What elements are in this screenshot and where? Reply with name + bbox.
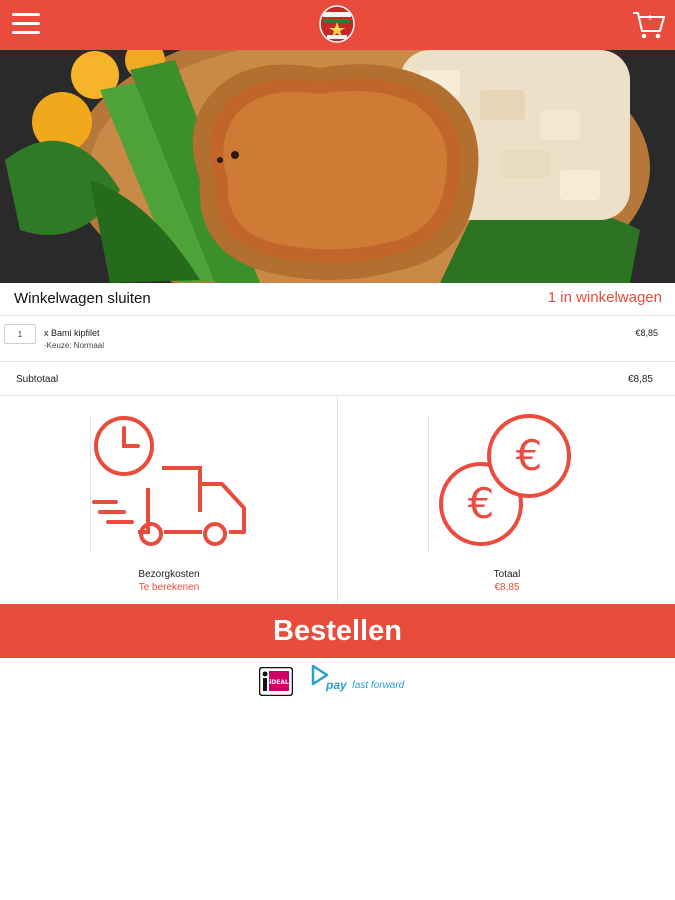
cart-header: Winkelwagen sluiten 1 in winkelwagen	[0, 283, 675, 316]
item-name: x Bami kipfilet	[44, 328, 100, 338]
subtotal-row: Subtotaal €8,85	[0, 362, 675, 396]
subtotal-label: Subtotaal	[16, 374, 59, 385]
total-value: €8,85	[494, 582, 520, 593]
pay-text: pay	[326, 678, 347, 692]
euro-coins-icon: € €	[439, 414, 571, 546]
quantity-input[interactable]	[4, 324, 36, 344]
top-bar: 1	[0, 0, 675, 50]
svg-text:iDEAL: iDEAL	[269, 679, 289, 686]
item-price: €8,85	[635, 328, 658, 338]
delivery-cost-value: Te berekenen	[138, 582, 200, 593]
cart-item-row: x Bami kipfilet -Keuze: Normaal €8,85	[0, 316, 675, 362]
hero-food-image	[0, 50, 675, 283]
cart-item-count: 1 in winkelwagen	[547, 289, 662, 306]
delivery-truck-clock-icon	[92, 416, 246, 546]
svg-text:€: €	[468, 479, 495, 528]
restaurant-logo[interactable]	[318, 4, 356, 44]
shopping-cart-icon	[633, 12, 665, 39]
summary-line-right	[428, 416, 429, 552]
close-cart-link[interactable]: Winkelwagen sluiten	[14, 290, 151, 307]
ideal-logo: iDEAL	[259, 667, 293, 696]
cart-button[interactable]: 1	[631, 9, 667, 41]
delivery-cost-label: Bezorgkosten	[138, 569, 200, 580]
pay-fast-forward-logo: pay fast forward	[310, 664, 420, 698]
cart-badge-count: 1	[648, 15, 652, 22]
order-button[interactable]: Bestellen	[0, 604, 675, 658]
summary-divider	[337, 396, 338, 604]
payment-logos: iDEAL pay fast forward	[0, 662, 675, 702]
order-summary: € € Bezorgkosten Te berekenen Totaal €8,…	[0, 396, 675, 604]
item-option: -Keuze: Normaal	[44, 341, 105, 350]
hamburger-menu-icon[interactable]	[12, 13, 40, 37]
fast-forward-text: fast forward	[352, 680, 405, 691]
total-label: Totaal	[493, 569, 521, 580]
svg-text:€: €	[516, 431, 543, 480]
subtotal-value: €8,85	[627, 374, 653, 385]
